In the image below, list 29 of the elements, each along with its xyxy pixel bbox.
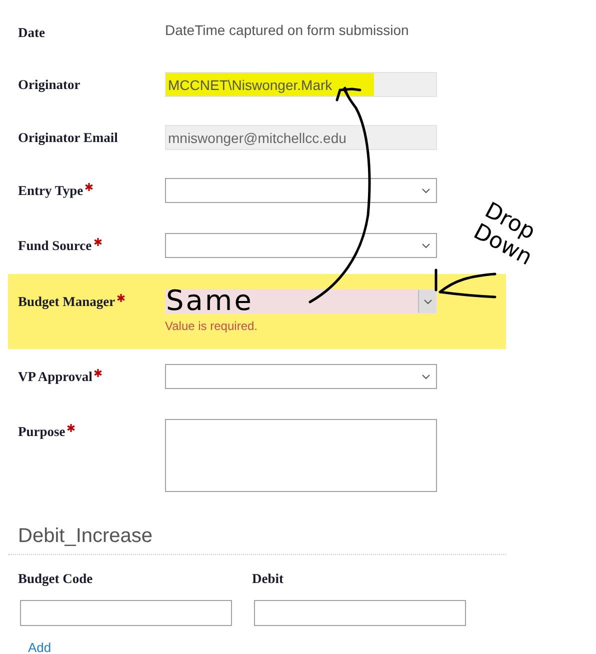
add-link[interactable]: Add: [28, 640, 52, 654]
dropdown-field[interactable]: [165, 233, 437, 258]
field-label: Date: [18, 25, 45, 41]
drawn-arrow: [434, 268, 496, 298]
field-label: Purpose: [18, 424, 66, 440]
chevron-icon: [422, 242, 430, 248]
column-label: Debit: [252, 571, 284, 587]
field-label: Originator: [18, 77, 80, 93]
field-label: Originator Email: [18, 130, 118, 146]
field-label: VP Approval: [18, 369, 92, 385]
chevron-icon: [422, 374, 430, 380]
field-label: Entry Type: [18, 183, 84, 199]
input-field[interactable]: [20, 600, 232, 626]
handwritten-note: Same: [166, 284, 254, 317]
error-message: Value is required.: [165, 319, 258, 333]
field-label: Budget Manager: [18, 294, 116, 310]
dropdown-field[interactable]: [165, 364, 437, 389]
dropdown-button[interactable]: [418, 290, 436, 313]
section-title: Debit_Increase: [18, 525, 154, 548]
chevron-icon: [422, 188, 430, 194]
chevron-icon: [424, 298, 432, 304]
input-field[interactable]: MCCNET\Niswonger.Mark: [165, 72, 437, 97]
dropdown-field[interactable]: [165, 178, 437, 203]
text-area[interactable]: [165, 419, 437, 492]
field-label: Fund Source: [18, 238, 92, 254]
input-field[interactable]: [254, 600, 466, 626]
field-value: DateTime captured on form submission: [165, 21, 410, 38]
column-label: Budget Code: [18, 571, 94, 587]
input-field[interactable]: mniswonger@mitchellcc.edu: [165, 125, 437, 150]
